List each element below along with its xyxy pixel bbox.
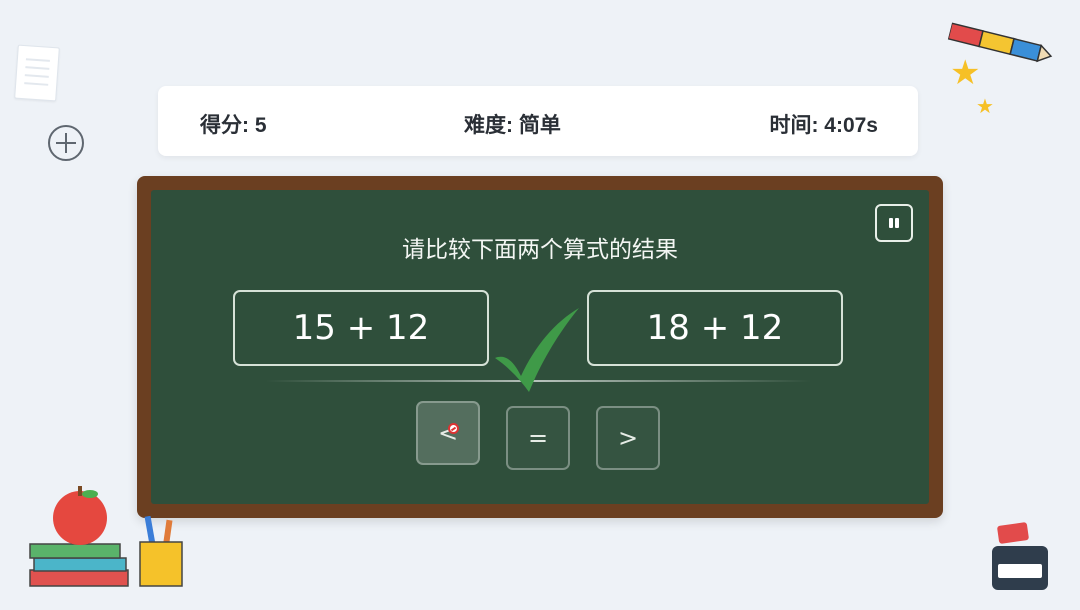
greater-than-button[interactable]: > <box>596 406 660 470</box>
blackboard: 请比较下面两个算式的结果 15 + 12 18 + 12 < = > <box>151 190 929 504</box>
greater-than-label: > <box>617 424 639 452</box>
score-display: 得分: 5 <box>200 114 267 137</box>
question-prompt: 请比较下面两个算式的结果 <box>402 237 678 263</box>
apple-books-icon <box>29 486 129 587</box>
pause-icon <box>889 218 893 228</box>
left-expression-box: 15 + 12 <box>233 290 489 366</box>
right-expression: 18 + 12 <box>646 308 784 348</box>
check-mark-icon <box>495 308 579 392</box>
left-expression: 15 + 12 <box>292 308 430 348</box>
status-bar: 得分: 5 难度: 简单 时间: 4:07s <box>158 86 918 156</box>
star-icon: ★ <box>950 53 981 93</box>
difficulty-display: 难度: 简单 <box>464 114 561 137</box>
timer-display: 时间: 4:07s <box>769 114 878 137</box>
pencil-cup-icon <box>139 516 183 587</box>
equal-label: = <box>527 424 549 452</box>
right-expression-box: 18 + 12 <box>587 290 843 366</box>
pause-icon-bar <box>895 218 899 228</box>
equal-button[interactable]: = <box>506 406 570 470</box>
blackboard-frame: 请比较下面两个算式的结果 15 + 12 18 + 12 < = > <box>137 176 943 518</box>
star-icon: ★ <box>976 94 994 118</box>
school-bag-icon <box>992 522 1048 590</box>
paper-sheet-icon <box>14 44 60 102</box>
no-entry-icon <box>448 423 459 434</box>
less-than-button[interactable]: < <box>416 401 480 465</box>
zoom-in-icon[interactable] <box>48 125 84 161</box>
